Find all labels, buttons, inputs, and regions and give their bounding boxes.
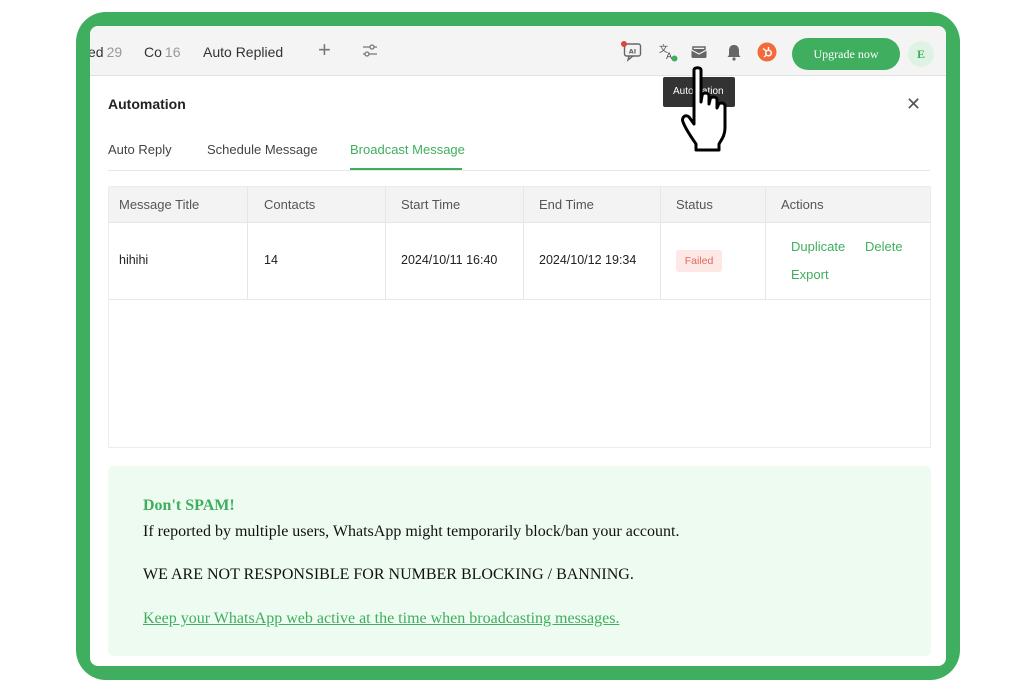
notification-dot (621, 41, 627, 47)
column-divider (765, 187, 766, 299)
hand-pointer-cursor-icon (680, 66, 738, 159)
close-icon[interactable]: ✕ (906, 94, 921, 115)
column-header-contacts: Contacts (264, 197, 316, 212)
column-divider (247, 187, 248, 299)
chat-filter-tab[interactable]: Auto Replied (203, 44, 283, 60)
bell-icon[interactable] (725, 43, 743, 66)
responsibility-disclaimer: WE ARE NOT RESPONSIBLE FOR NUMBER BLOCKI… (143, 566, 634, 583)
app-window: ed 29 Co 16 Auto Replied + AI 文 A Upgrad… (90, 26, 946, 666)
chat-filter-label: Auto Replied (203, 44, 284, 60)
tab-auto-reply[interactable]: Auto Reply (108, 142, 172, 157)
column-header-status: Status (676, 197, 713, 212)
tab-schedule-message[interactable]: Schedule Message (207, 142, 318, 157)
tab-broadcast-message[interactable]: Broadcast Message (350, 142, 465, 157)
chat-filter-count: 29 (106, 44, 123, 60)
page-title: Automation (108, 96, 186, 112)
translate-icon[interactable]: 文 A (658, 42, 678, 67)
column-header-start-time: Start Time (401, 197, 461, 212)
end-time-cell: 2024/10/12 19:34 (539, 253, 637, 267)
row-divider (109, 299, 930, 300)
delete-button[interactable]: Delete (865, 239, 903, 254)
chat-filter-label: ed (90, 44, 104, 60)
duplicate-button[interactable]: Duplicate (791, 239, 845, 254)
column-divider (523, 187, 524, 299)
chat-filter-tab[interactable]: Co 16 (144, 44, 180, 60)
message-title-cell: hihihi (119, 253, 149, 267)
table-header: Message Title Contacts Start Time End Ti… (109, 187, 930, 223)
app-frame: ed 29 Co 16 Auto Replied + AI 文 A Upgrad… (76, 12, 960, 680)
keep-active-link[interactable]: Keep your WhatsApp web active at the tim… (143, 610, 619, 628)
spam-warning-panel: Don't SPAM! If reported by multiple user… (108, 466, 931, 656)
start-time-cell: 2024/10/11 16:40 (401, 253, 498, 267)
spam-warning-text: If reported by multiple users, WhatsApp … (143, 523, 680, 540)
chat-filter-tab[interactable]: ed 29 (90, 44, 122, 60)
avatar[interactable]: E (908, 41, 934, 67)
column-header-actions: Actions (781, 197, 824, 212)
broadcast-table: Message Title Contacts Start Time End Ti… (108, 186, 931, 448)
tabs-divider (108, 170, 930, 171)
add-tab-icon[interactable]: + (318, 37, 331, 63)
chat-filter-count: 16 (164, 44, 181, 60)
column-divider (660, 187, 661, 299)
contacts-cell: 14 (264, 253, 278, 267)
spam-warning-title: Don't SPAM! (143, 497, 235, 514)
upgrade-now-button[interactable]: Upgrade now (792, 38, 900, 70)
svg-text:AI: AI (629, 48, 636, 56)
active-tab-indicator (350, 168, 462, 170)
chat-filter-label: Co (144, 44, 162, 60)
top-bar: ed 29 Co 16 Auto Replied + AI 文 A Upgrad… (90, 26, 946, 76)
column-header-title: Message Title (119, 197, 200, 212)
export-button[interactable]: Export (791, 267, 829, 282)
status-badge: Failed (676, 250, 722, 272)
hubspot-icon[interactable] (757, 42, 777, 67)
column-divider (385, 187, 386, 299)
filter-settings-icon[interactable] (362, 44, 378, 63)
column-header-end-time: End Time (539, 197, 594, 212)
message-icon[interactable] (690, 43, 708, 66)
